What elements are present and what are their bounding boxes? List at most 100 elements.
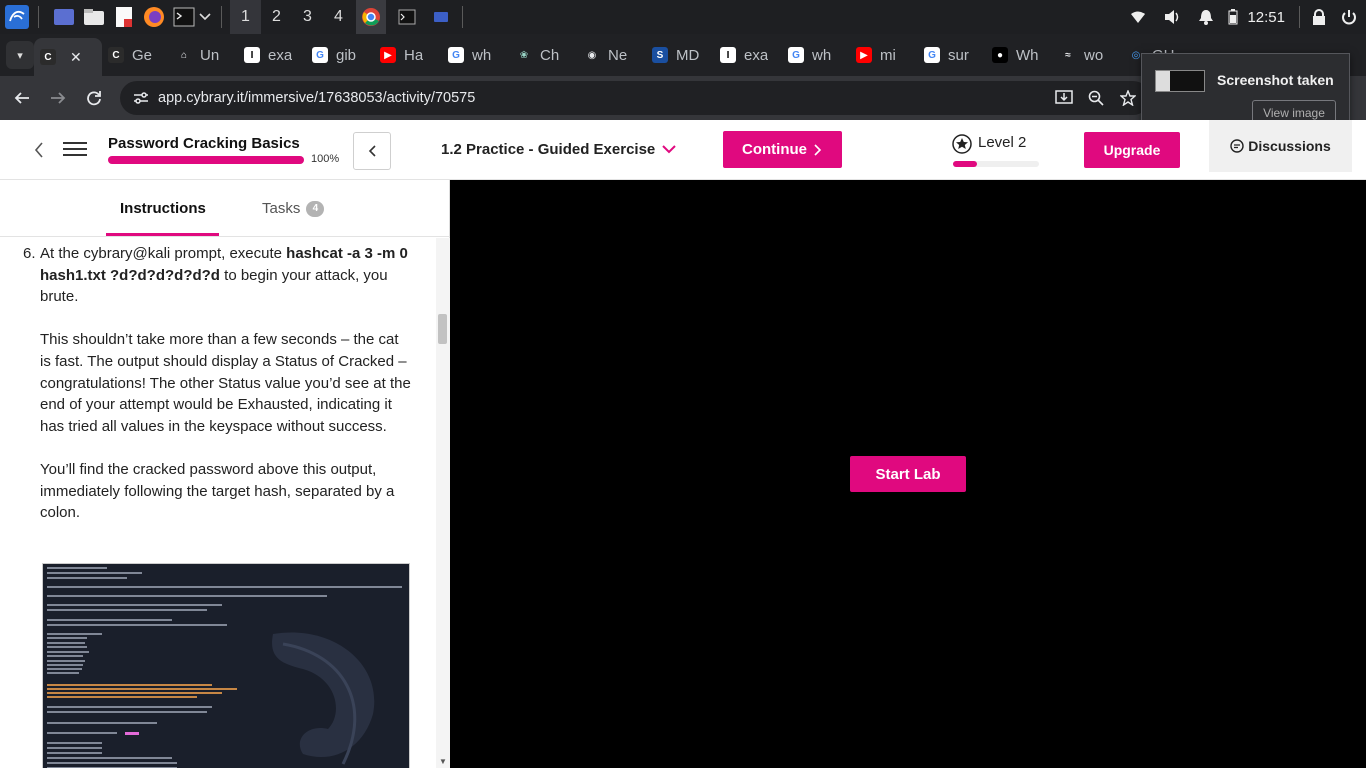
browser-tab[interactable]: ▶ mi <box>850 38 918 72</box>
browser-tab[interactable]: ▶ Ha <box>374 38 442 72</box>
step-item: 6. At the cybrary@kali prompt, execute h… <box>23 243 413 545</box>
site-info-icon[interactable] <box>126 91 156 105</box>
desktop-icon[interactable] <box>51 4 77 30</box>
wifi-icon[interactable] <box>1121 10 1155 24</box>
collapse-panel-button[interactable] <box>353 132 391 170</box>
forward-button[interactable] <box>40 80 76 116</box>
terminal-text-line <box>47 651 89 653</box>
menu-icon[interactable] <box>63 138 87 162</box>
tab-title: wh <box>812 46 832 64</box>
scroll-down-arrow[interactable]: ▼ <box>439 757 447 766</box>
browser-tab[interactable]: Gwh <box>442 38 510 72</box>
arrow-left-icon <box>14 92 29 104</box>
step-paragraph-2: This shouldn’t take more than a few seco… <box>40 331 411 435</box>
course-header: Password Cracking Basics 100% 1.2 Practi… <box>0 120 1366 180</box>
terminal-text-line <box>47 732 117 734</box>
screenshot-thumbnail[interactable] <box>1155 70 1205 92</box>
workspace-2[interactable]: 2 <box>261 0 292 34</box>
file-manager-icon[interactable] <box>81 4 107 30</box>
discussions-button[interactable]: Discussions <box>1209 120 1352 172</box>
install-app-icon[interactable] <box>1048 90 1080 106</box>
terminal-text-line <box>47 567 107 569</box>
browser-tab[interactable]: Gwh <box>782 38 850 72</box>
workspace-4[interactable]: 4 <box>323 0 354 34</box>
terminal-text-line <box>47 706 212 708</box>
os-taskbar: 1 2 3 4 12:51 <box>0 0 1366 34</box>
browser-tab[interactable]: C Ge <box>102 38 170 72</box>
terminal-text-line <box>47 646 87 648</box>
tab-tasks-label: Tasks <box>262 200 301 217</box>
browser-tab[interactable]: S MD <box>646 38 714 72</box>
reload-button[interactable] <box>76 80 112 116</box>
volume-icon[interactable] <box>1155 9 1189 25</box>
terminal-text-line <box>47 633 102 635</box>
browser-tab[interactable]: C ✕ <box>34 38 102 76</box>
back-button[interactable] <box>4 80 40 116</box>
kali-menu-icon[interactable] <box>4 4 30 30</box>
battery-icon[interactable] <box>1223 9 1243 25</box>
tab-title: gib <box>336 46 357 64</box>
clock[interactable]: 12:51 <box>1247 9 1285 26</box>
tab-tasks[interactable]: Tasks 4 <box>262 200 325 217</box>
browser-tab[interactable]: ≈ wo <box>1054 38 1122 72</box>
power-icon[interactable] <box>1332 9 1366 25</box>
terminal-text-line <box>47 688 237 690</box>
step-paragraph-1: At the cybrary@kali prompt, execute hash… <box>40 243 413 308</box>
course-title: Password Cracking Basics <box>108 135 300 152</box>
activity-title[interactable]: 1.2 Practice - Guided Exercise <box>441 141 655 158</box>
tab-title: Ne <box>608 46 628 64</box>
chevron-down-icon[interactable] <box>197 4 213 30</box>
browser-tab[interactable]: Gsur <box>918 38 986 72</box>
terminal-text-line <box>47 595 327 597</box>
zoom-icon[interactable] <box>1080 90 1112 106</box>
tab-instructions[interactable]: Instructions <box>120 200 206 217</box>
terminal-text-line <box>47 742 102 744</box>
chrome-window-icon[interactable] <box>356 0 386 34</box>
tab-search-button[interactable]: ▾ <box>6 41 34 69</box>
globe-icon: ◉ <box>584 47 600 63</box>
system-tray: 12:51 <box>1121 0 1366 34</box>
desktop-window-icon[interactable] <box>428 4 454 30</box>
chevron-down-icon[interactable] <box>661 142 677 160</box>
instructions-panel: Instructions Tasks 4 6. At the cybrary@ka… <box>0 180 450 768</box>
browser-tab[interactable]: ● Wh <box>986 38 1054 72</box>
bookmark-star-icon[interactable] <box>1112 90 1144 106</box>
terminal-text-line <box>47 692 222 694</box>
terminal-text-line <box>47 637 87 639</box>
terminal-text-line <box>47 655 83 657</box>
browser-tab[interactable]: ❀ Ch <box>510 38 578 72</box>
active-tab-indicator <box>106 233 219 236</box>
browser-tab[interactable]: Ggib <box>306 38 374 72</box>
google-icon: G <box>312 47 328 63</box>
close-tab-icon[interactable]: ✕ <box>70 49 82 66</box>
address-bar[interactable]: app.cybrary.it/immersive/17638053/activi… <box>120 81 1150 115</box>
terminal-text-line <box>47 684 212 686</box>
terminal-text-line <box>47 668 82 670</box>
browser-tab[interactable]: Iexa <box>238 38 306 72</box>
continue-button[interactable]: Continue <box>723 131 842 168</box>
tasks-count-badge: 4 <box>306 201 325 217</box>
panel-scrollbar[interactable]: ▼ <box>436 238 450 768</box>
upgrade-button[interactable]: Upgrade <box>1084 132 1180 168</box>
scrollbar-thumb[interactable] <box>438 314 447 344</box>
start-lab-button[interactable]: Start Lab <box>850 456 966 492</box>
reload-icon <box>87 91 101 106</box>
text-editor-icon[interactable] <box>111 4 137 30</box>
workspace-1[interactable]: 1 <box>230 0 261 34</box>
address-bar-actions <box>1048 81 1144 115</box>
medium-icon: ● <box>992 47 1008 63</box>
firefox-icon[interactable] <box>141 4 167 30</box>
terminal-window-icon[interactable] <box>394 4 420 30</box>
browser-tab[interactable]: ◉ Ne <box>578 38 646 72</box>
terminal-icon[interactable] <box>171 4 197 30</box>
url-text[interactable]: app.cybrary.it/immersive/17638053/activi… <box>158 90 475 106</box>
browser-tab[interactable]: Iexa <box>714 38 782 72</box>
back-to-course-button[interactable] <box>28 138 50 162</box>
lab-viewport: Start Lab <box>450 180 1366 768</box>
workspace-3[interactable]: 3 <box>292 0 323 34</box>
lock-icon[interactable] <box>1306 9 1332 25</box>
bell-icon[interactable] <box>1189 9 1223 25</box>
browser-tab[interactable]: ⌂ Un <box>170 38 238 72</box>
tab-title: Ge <box>132 46 153 64</box>
taskbar-separator <box>221 6 222 28</box>
